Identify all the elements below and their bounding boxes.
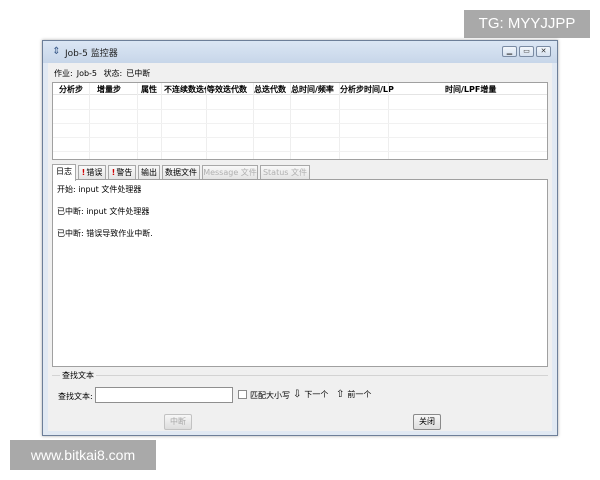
window-title: Job-5 监控器 <box>65 49 118 59</box>
match-case-label[interactable]: 匹配大小写 <box>250 390 290 401</box>
find-group-title: 查找文本 <box>60 370 96 381</box>
grid-divider <box>89 83 90 159</box>
tab-warnings-label: 警告 <box>116 168 133 177</box>
close-icon[interactable]: ✕ <box>536 46 551 57</box>
log-line: 已中断: input 文件处理器 <box>57 207 150 216</box>
state-label: 状态: <box>103 69 123 78</box>
tab-status-file[interactable]: Status 文件 <box>260 165 310 180</box>
progress-table[interactable]: 分析步 增量步 属性 不连续数迭代 等效迭代数 总迭代数 总时间/频率 分析步时… <box>52 82 548 160</box>
log-line: 已中断: 错误导致作业中断. <box>57 229 153 238</box>
tab-message-file-label: Message 文件 <box>203 168 257 177</box>
arrow-up-icon: ⇧ <box>336 389 345 400</box>
grid-divider <box>290 83 291 159</box>
warning-icon: ! <box>111 168 116 177</box>
job-monitor-window: ⇕ Job-5 监控器 ▁ ▭ ✕ 作业: Job-5 状态: 已中断 分析步 增量… <box>42 40 558 436</box>
tab-log-label: 日志 <box>56 167 72 176</box>
tab-log[interactable]: 日志 <box>52 164 76 181</box>
client-area: 作业: Job-5 状态: 已中断 分析步 增量步 属性 不连续数迭代 等效迭代数 … <box>48 63 552 431</box>
title-bar[interactable]: ⇕ Job-5 监控器 ▁ ▭ ✕ <box>43 41 557 63</box>
arrow-down-icon: ⇩ <box>293 389 302 400</box>
grid-row-line <box>53 123 547 124</box>
close-button[interactable]: 关闭 <box>413 414 441 430</box>
tab-status-file-label: Status 文件 <box>262 168 308 177</box>
grid-row-line <box>53 151 547 152</box>
tab-warnings[interactable]: !警告 <box>108 165 136 180</box>
grid-divider <box>206 83 207 159</box>
column-header-time-inc[interactable]: 时间/LPF增量 <box>445 84 505 95</box>
find-prev-label: 前一个 <box>347 390 372 399</box>
tab-message-file[interactable]: Message 文件 <box>202 165 258 180</box>
column-header-total-iter[interactable]: 总迭代数 <box>254 84 290 95</box>
column-header-step-time[interactable]: 分析步时间/LP <box>340 84 394 95</box>
find-text-label: 查找文本: <box>58 392 93 401</box>
column-header-step[interactable]: 分析步 <box>59 84 89 95</box>
watermark-bottom: www.bitkai8.com <box>10 440 156 470</box>
tab-errors-label: 错误 <box>86 168 103 177</box>
grid-divider <box>388 83 389 159</box>
tab-errors[interactable]: !错误 <box>78 165 106 180</box>
grid-divider <box>137 83 138 159</box>
error-icon: ! <box>81 168 86 177</box>
grid-divider <box>253 83 254 159</box>
watermark-top: TG: MYYJJPP <box>464 10 590 38</box>
column-header-severe-discon[interactable]: 不连续数迭代 <box>164 84 208 95</box>
job-label: 作业: <box>54 69 73 78</box>
find-next-label: 下一个 <box>304 390 329 399</box>
column-header-increment[interactable]: 增量步 <box>97 84 129 95</box>
job-status-line: 作业: Job-5 状态: 已中断 <box>54 68 154 79</box>
grid-divider <box>161 83 162 159</box>
log-line: 开始: input 文件处理器 <box>57 185 142 194</box>
restore-icon[interactable]: ▭ <box>519 46 534 57</box>
grid-row-line <box>53 137 547 138</box>
column-header-total-time[interactable]: 总时间/频率 <box>291 84 339 95</box>
state-value: 已中断 <box>126 69 151 78</box>
column-header-equilibrium[interactable]: 等效迭代数 <box>207 84 253 95</box>
tab-output[interactable]: 输出 <box>138 165 160 180</box>
job-value: Job-5 <box>76 69 98 78</box>
find-next-button[interactable]: ⇩ 下一个 <box>293 389 328 400</box>
column-header-attempt[interactable]: 属性 <box>141 84 161 95</box>
tab-data-file-label: 数据文件 <box>165 168 197 177</box>
minimize-icon[interactable]: ▁ <box>502 46 517 57</box>
table-header: 分析步 增量步 属性 不连续数迭代 等效迭代数 总迭代数 总时间/频率 分析步时… <box>53 83 547 95</box>
find-text-input[interactable] <box>95 387 233 403</box>
find-group-frame <box>52 375 548 376</box>
tab-data-file[interactable]: 数据文件 <box>162 165 200 180</box>
app-icon: ⇕ <box>52 46 61 57</box>
tab-output-label: 输出 <box>141 168 157 177</box>
kill-button[interactable]: 中断 <box>164 414 192 430</box>
match-case-checkbox[interactable] <box>238 390 247 399</box>
grid-divider <box>339 83 340 159</box>
grid-row-line <box>53 109 547 110</box>
find-prev-button[interactable]: ⇧ 前一个 <box>336 389 371 400</box>
log-text-area[interactable]: 开始: input 文件处理器 已中断: input 文件处理器 已中断: 错误… <box>52 179 548 367</box>
